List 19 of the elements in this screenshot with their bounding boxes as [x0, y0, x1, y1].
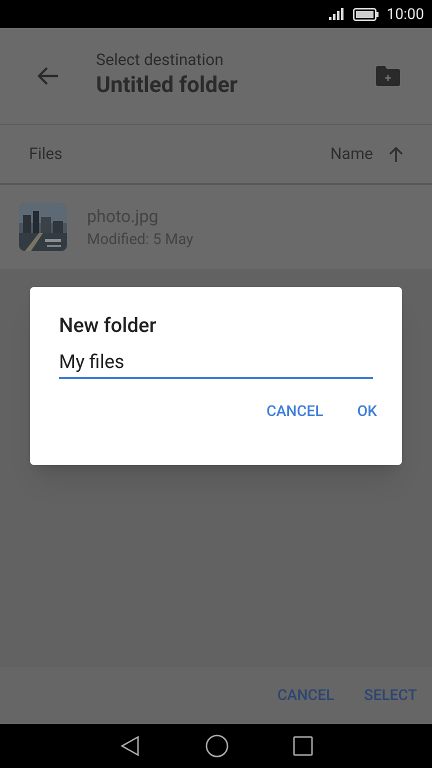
dialog-button[interactable]: CANCEL: [254, 393, 336, 429]
dialog-button[interactable]: OK: [345, 393, 389, 429]
arrow-up-icon: [389, 146, 403, 162]
folder-plus-icon: [376, 66, 400, 86]
home-nav-icon[interactable]: [205, 734, 229, 758]
header-subtitle: Select destination: [96, 50, 224, 70]
signal-icon: [328, 8, 345, 20]
dialog-title: New folder: [59, 313, 158, 337]
footer-button[interactable]: SELECT: [364, 684, 417, 707]
back-arrow-icon: [37, 67, 59, 85]
sort-button[interactable]: Name: [330, 142, 403, 166]
recents-nav-icon[interactable]: [293, 736, 313, 756]
folder-name-field[interactable]: My files: [59, 345, 373, 379]
header-title: Untitled folder: [96, 72, 239, 100]
back-nav-icon[interactable]: [119, 735, 141, 757]
footer-button[interactable]: CANCEL: [277, 684, 334, 707]
battery-icon: [352, 8, 379, 20]
status-time: 10:00: [386, 4, 424, 25]
files-label: Files: [29, 143, 64, 165]
